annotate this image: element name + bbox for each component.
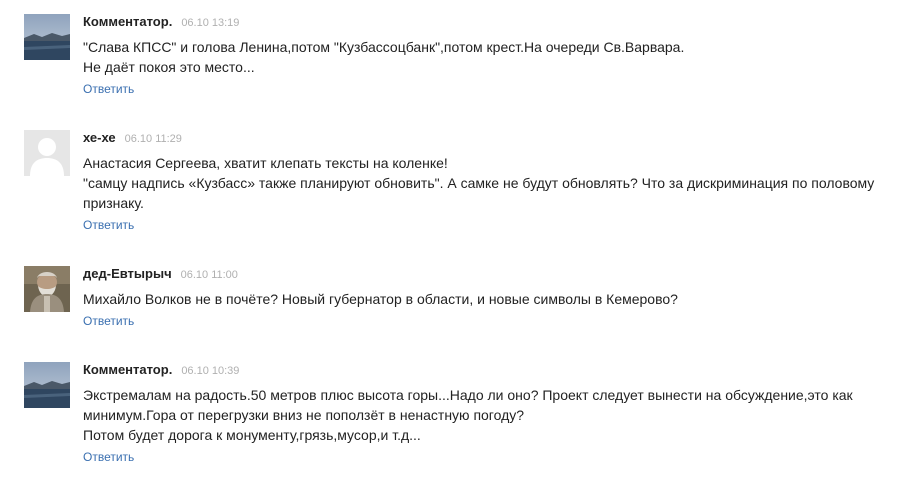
old-man-photo-avatar-icon <box>24 266 70 312</box>
comment-meta: дед-Евтырыч 06.10 11:00 <box>83 266 238 283</box>
comment-item: Комментатор. 06.10 10:39 Экстремалам на р… <box>0 362 899 472</box>
comment-text-line: Не даёт покоя это место... <box>83 59 255 75</box>
comment-text-line: признаку. <box>83 195 144 211</box>
reply-link[interactable]: Ответить <box>83 314 134 328</box>
comment-item: дед-Евтырыч 06.10 11:00 Михайло Волков не… <box>0 266 899 336</box>
comment-meta: хе-хе 06.10 11:29 <box>83 130 182 147</box>
avatar[interactable] <box>24 130 70 176</box>
comment-author[interactable]: Комментатор. <box>83 14 172 29</box>
comment-meta: Комментатор. 06.10 13:19 <box>83 14 239 31</box>
avatar[interactable] <box>24 362 70 408</box>
comment-text-line: Экстремалам на радость.50 метров плюс вы… <box>83 387 853 403</box>
comment-text: Экстремалам на радость.50 метров плюс вы… <box>83 385 883 445</box>
comment-item: хе-хе 06.10 11:29 Анастасия Сергеева, хва… <box>0 130 899 240</box>
comment-text: Анастасия Сергеева, хватит клепать текст… <box>83 153 883 213</box>
reply-link[interactable]: Ответить <box>83 450 134 464</box>
comment-date: 06.10 11:29 <box>124 133 182 145</box>
comment-text: Михайло Волков не в почёте? Новый губерн… <box>83 289 883 309</box>
comment-author[interactable]: Комментатор. <box>83 362 172 377</box>
comment-date: 06.10 11:00 <box>180 269 238 281</box>
comment-author[interactable]: хе-хе <box>83 130 116 145</box>
comment-text-line: Потом будет дорога к монументу,грязь,мус… <box>83 427 421 443</box>
reply-link[interactable]: Ответить <box>83 218 134 232</box>
comment-text-line: Анастасия Сергеева, хватит клепать текст… <box>83 155 448 171</box>
landscape-photo-avatar-icon <box>24 362 70 408</box>
comment-text-line: "самцу надпись «Кузбасс» также планируют… <box>83 175 875 191</box>
comment-meta: Комментатор. 06.10 10:39 <box>83 362 239 379</box>
avatar[interactable] <box>24 14 70 60</box>
comment-date: 06.10 10:39 <box>181 365 240 377</box>
comment-date: 06.10 13:19 <box>181 17 240 29</box>
comment-item: Комментатор. 06.10 13:19 "Слава КПСС" и г… <box>0 14 899 104</box>
comment-author[interactable]: дед-Евтырыч <box>83 266 172 281</box>
comment-text: "Слава КПСС" и голова Ленина,потом "Кузб… <box>83 37 883 77</box>
comment-text-line: "Слава КПСС" и голова Ленина,потом "Кузб… <box>83 39 685 55</box>
reply-link[interactable]: Ответить <box>83 82 134 96</box>
avatar[interactable] <box>24 266 70 312</box>
default-user-avatar-icon <box>24 130 70 176</box>
comment-text-line: Михайло Волков не в почёте? Новый губерн… <box>83 291 678 307</box>
landscape-photo-avatar-icon <box>24 14 70 60</box>
comment-text-line: минимум.Гора от перегрузки вниз не попол… <box>83 407 525 423</box>
